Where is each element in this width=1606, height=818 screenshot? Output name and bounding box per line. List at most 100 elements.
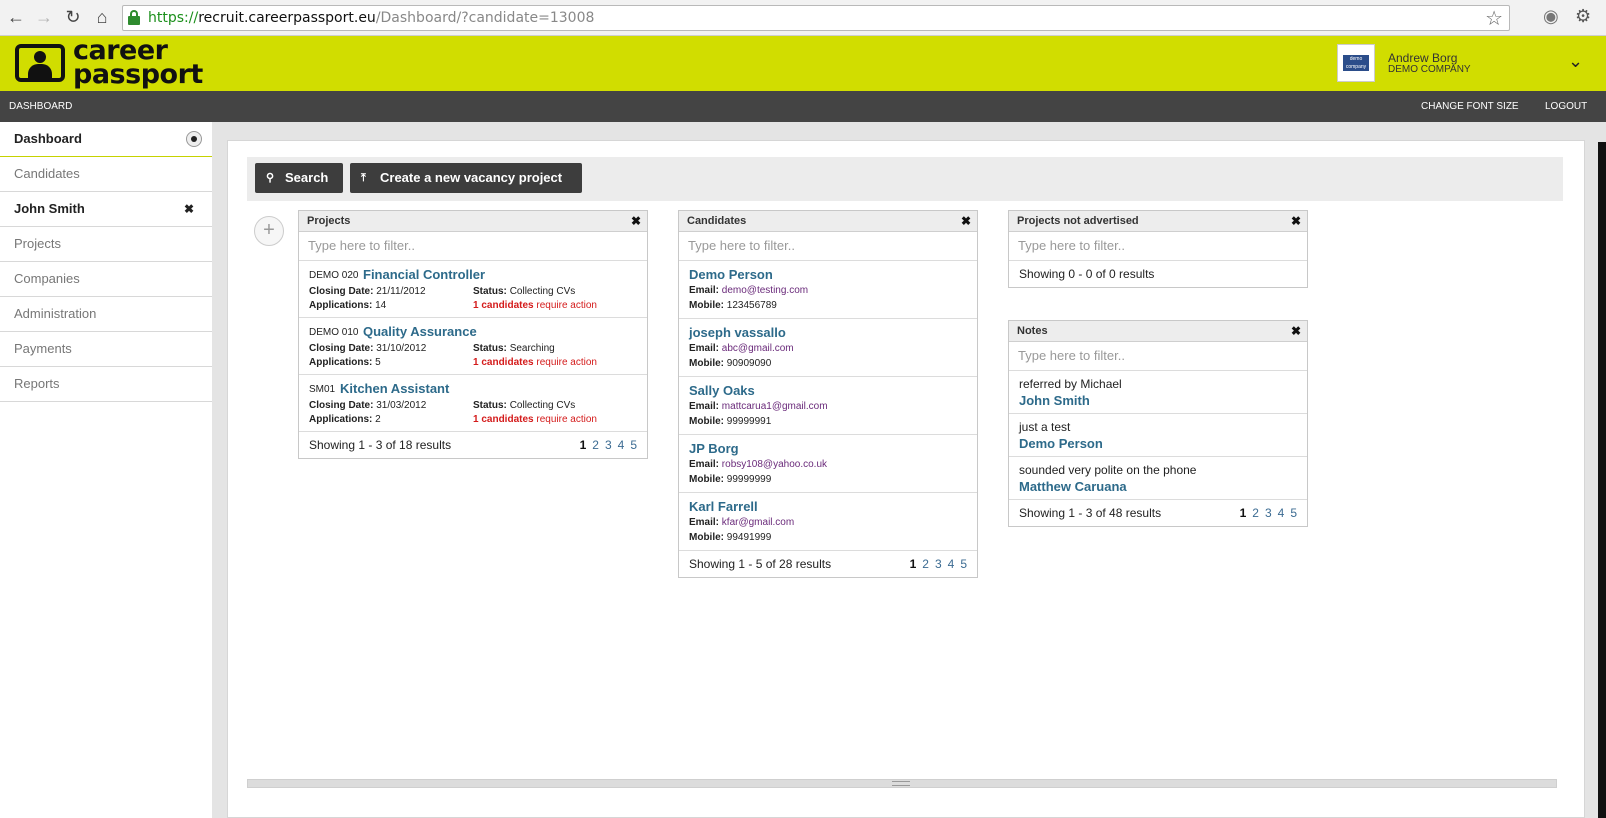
candidate-name-link[interactable]: joseph vassallo xyxy=(689,325,786,340)
email-link[interactable]: abc@gmail.com xyxy=(722,343,794,354)
widget-title: Notes xyxy=(1017,325,1048,337)
project-title-link[interactable]: Financial Controller xyxy=(363,267,485,282)
nav-dashboard-link[interactable]: DASHBOARD xyxy=(9,101,72,112)
candidate-row[interactable]: joseph vassallo Email: abc@gmail.com Mob… xyxy=(679,319,977,377)
close-icon[interactable]: ✖ xyxy=(631,211,641,232)
filter-input[interactable]: Type here to filter.. xyxy=(1009,342,1307,371)
logo-text[interactable]: career passport xyxy=(73,37,203,88)
email-link[interactable]: robsy108@yahoo.co.uk xyxy=(722,459,827,470)
back-arrow-icon[interactable]: ← xyxy=(5,6,27,28)
candidate-name-link[interactable]: JP Borg xyxy=(689,441,739,456)
close-icon[interactable]: ✖ xyxy=(961,211,971,232)
page-link[interactable]: 4 xyxy=(1278,506,1285,520)
candidate-row[interactable]: Sally Oaks Email: mattcarua1@gmail.com M… xyxy=(679,377,977,435)
note-candidate-link[interactable]: John Smith xyxy=(1019,393,1090,408)
email-link[interactable]: demo@testing.com xyxy=(722,285,808,296)
page-link[interactable]: 1 xyxy=(910,557,917,571)
project-row[interactable]: DEMO 010 Quality Assurance Closing Date:… xyxy=(299,318,647,375)
reload-icon[interactable]: ↻ xyxy=(62,6,84,28)
company-avatar[interactable]: demo company ltd. xyxy=(1337,44,1375,82)
chevron-down-icon[interactable]: ⌄ xyxy=(1568,51,1583,72)
address-bar[interactable]: https://recruit.careerpassport.eu/Dashbo… xyxy=(122,5,1510,31)
sidebar-item-label: Payments xyxy=(14,341,72,356)
change-font-size-link[interactable]: CHANGE FONT SIZE xyxy=(1421,101,1519,112)
sidebar-item-reports[interactable]: Reports xyxy=(0,367,212,402)
candidate-row[interactable]: Karl Farrell Email: kfar@gmail.com Mobil… xyxy=(679,493,977,551)
require-label: require action xyxy=(536,300,597,311)
wrench-menu-icon[interactable]: ⚙ xyxy=(1575,6,1591,27)
close-icon[interactable]: ✖ xyxy=(184,192,194,226)
candidate-row[interactable]: Demo Person Email: demo@testing.com Mobi… xyxy=(679,261,977,319)
project-title-link[interactable]: Kitchen Assistant xyxy=(340,381,449,396)
home-icon[interactable]: ⌂ xyxy=(91,6,113,28)
page-link[interactable]: 2 xyxy=(592,438,599,452)
add-widget-button[interactable]: + xyxy=(254,216,284,246)
closing-label: Closing Date: xyxy=(309,286,374,297)
logo-person-icon[interactable] xyxy=(15,44,65,82)
closing-date: Closing Date: 31/10/2012 xyxy=(309,343,426,354)
extension-eye-icon[interactable]: ◉ xyxy=(1543,6,1559,27)
sidebar-item-companies[interactable]: Companies xyxy=(0,262,212,297)
closing-date: Closing Date: 21/11/2012 xyxy=(309,286,426,297)
sidebar-item-payments[interactable]: Payments xyxy=(0,332,212,367)
widget-footer: Showing 1 - 3 of 48 results 12345 xyxy=(1009,500,1307,526)
email-link[interactable]: mattcarua1@gmail.com xyxy=(722,401,828,412)
require-action[interactable]: 1 candidates require action xyxy=(473,357,597,368)
email-link[interactable]: kfar@gmail.com xyxy=(722,517,794,528)
sidebar-item-dashboard[interactable]: Dashboard xyxy=(0,122,212,157)
filter-input[interactable]: Type here to filter.. xyxy=(299,232,647,261)
note-candidate-link[interactable]: Demo Person xyxy=(1019,436,1103,451)
require-action[interactable]: 1 candidates require action xyxy=(473,300,597,311)
page-link[interactable]: 3 xyxy=(935,557,942,571)
filter-input[interactable]: Type here to filter.. xyxy=(1009,232,1307,261)
candidate-mobile: Mobile: 90909090 xyxy=(689,358,771,369)
require-action[interactable]: 1 candidates require action xyxy=(473,414,597,425)
note-row[interactable]: referred by Michael John Smith xyxy=(1009,371,1307,414)
page-link[interactable]: 5 xyxy=(960,557,967,571)
applications: Applications: 2 xyxy=(309,414,381,425)
note-row[interactable]: sounded very polite on the phone Matthew… xyxy=(1009,457,1307,500)
page-link[interactable]: 1 xyxy=(1240,506,1247,520)
sidebar-item-candidates[interactable]: Candidates xyxy=(0,157,212,192)
note-candidate-link[interactable]: Matthew Caruana xyxy=(1019,479,1127,494)
close-icon[interactable]: ✖ xyxy=(1291,321,1301,342)
note-row[interactable]: just a test Demo Person xyxy=(1009,414,1307,457)
candidate-name-link[interactable]: Demo Person xyxy=(689,267,773,282)
closing-label: Closing Date: xyxy=(309,400,374,411)
applications: Applications: 5 xyxy=(309,357,381,368)
page-link[interactable]: 3 xyxy=(1265,506,1272,520)
project-title-link[interactable]: Quality Assurance xyxy=(363,324,477,339)
filter-input[interactable]: Type here to filter.. xyxy=(679,232,977,261)
page-link[interactable]: 2 xyxy=(922,557,929,571)
project-row[interactable]: SM01 Kitchen Assistant Closing Date: 31/… xyxy=(299,375,647,432)
logout-link[interactable]: LOGOUT xyxy=(1545,101,1587,112)
window-edge xyxy=(1598,142,1606,818)
page-link[interactable]: 2 xyxy=(1252,506,1259,520)
create-vacancy-button[interactable]: ⤒ Create a new vacancy project xyxy=(350,163,582,193)
bookmark-star-icon[interactable]: ☆ xyxy=(1485,6,1503,30)
resize-handle[interactable] xyxy=(247,779,1557,788)
page-link[interactable]: 4 xyxy=(948,557,955,571)
sidebar-item-label: Candidates xyxy=(14,166,80,181)
page-link[interactable]: 5 xyxy=(630,438,637,452)
sidebar-item-projects[interactable]: Projects xyxy=(0,227,212,262)
page-link[interactable]: 3 xyxy=(605,438,612,452)
page-link[interactable]: 4 xyxy=(618,438,625,452)
sidebar-item-john-smith[interactable]: John Smith ✖ xyxy=(0,192,212,227)
close-icon[interactable]: ✖ xyxy=(1291,211,1301,232)
page-link[interactable]: 1 xyxy=(580,438,587,452)
candidate-row[interactable]: JP Borg Email: robsy108@yahoo.co.uk Mobi… xyxy=(679,435,977,493)
project-code: SM01 xyxy=(309,384,336,395)
candidate-name-link[interactable]: Karl Farrell xyxy=(689,499,758,514)
search-button[interactable]: ⚲ Search xyxy=(255,163,343,193)
page-link[interactable]: 5 xyxy=(1290,506,1297,520)
search-icon: ⚲ xyxy=(266,172,275,184)
closing-value: 31/10/2012 xyxy=(376,343,427,354)
candidate-name-link[interactable]: Sally Oaks xyxy=(689,383,755,398)
project-row[interactable]: DEMO 020 Financial Controller Closing Da… xyxy=(299,261,647,318)
sidebar-item-administration[interactable]: Administration xyxy=(0,297,212,332)
status-value: Collecting CVs xyxy=(509,286,576,297)
forward-arrow-icon[interactable]: → xyxy=(33,6,55,28)
applications-label: Applications: xyxy=(309,357,373,368)
mobile-value: 99999991 xyxy=(726,416,772,427)
